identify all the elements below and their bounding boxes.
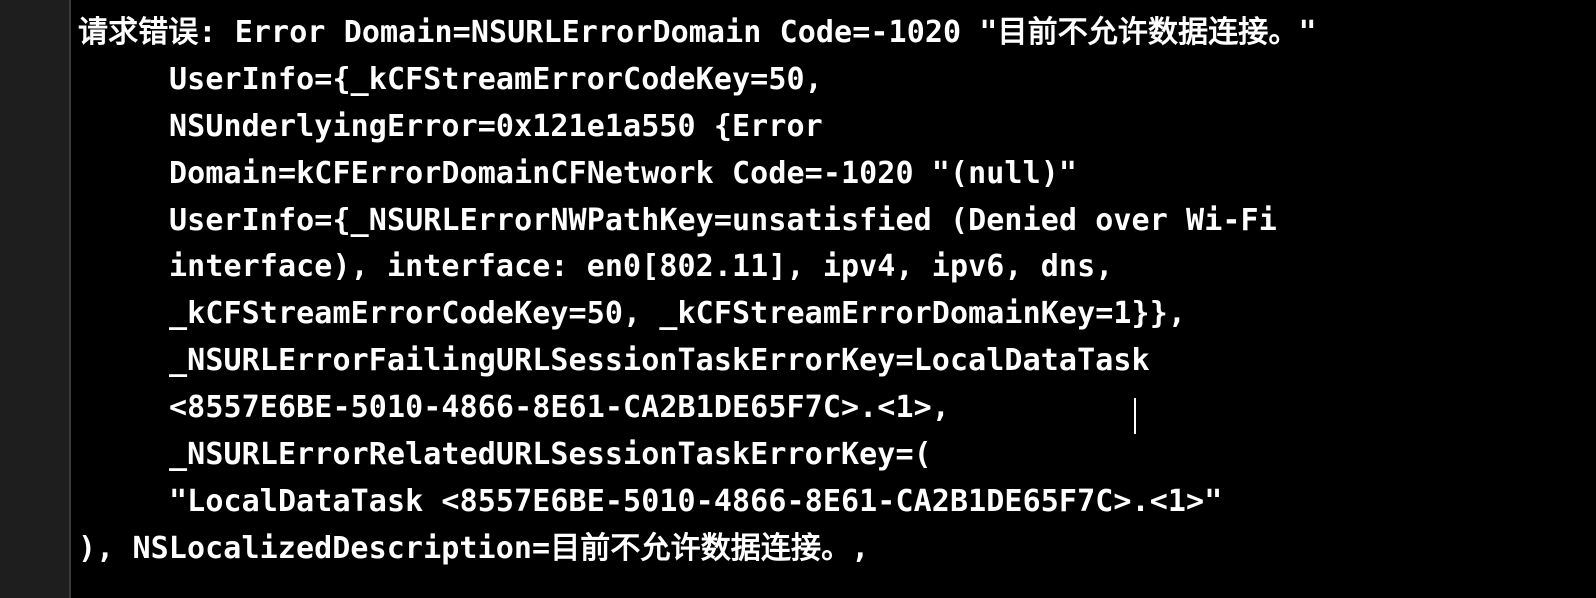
log-line-2: UserInfo={_kCFStreamErrorCodeKey=50, (169, 61, 823, 97)
log-line-8: _NSURLErrorFailingURLSessionTaskErrorKey… (169, 343, 1150, 379)
log-line-7: _kCFStreamErrorCodeKey=50, _kCFStreamErr… (169, 296, 1187, 332)
log-line-4: Domain=kCFErrorDomainCFNetwork Code=-102… (169, 155, 1078, 191)
log-text-block[interactable]: 请求错误: Error Domain=NSURLErrorDomain Code… (78, 10, 1317, 573)
console-output[interactable]: 请求错误: Error Domain=NSURLErrorDomain Code… (71, 0, 1596, 598)
log-line-12: ), NSLocalizedDescription=目前不允许数据连接。, (78, 530, 870, 566)
log-line-9: <8557E6BE-5010-4866-8E61-CA2B1DE65F7C>.<… (169, 390, 950, 426)
line-gutter (0, 0, 69, 598)
log-line-1: 请求错误: Error Domain=NSURLErrorDomain Code… (78, 15, 1317, 50)
log-line-6: interface), interface: en0[802.11], ipv4… (169, 249, 1114, 285)
log-line-5: UserInfo={_NSURLErrorNWPathKey=unsatisfi… (169, 202, 1277, 238)
log-line-11: "LocalDataTask <8557E6BE-5010-4866-8E61-… (169, 483, 1223, 519)
log-line-3: NSUnderlyingError=0x121e1a550 {Error (169, 108, 823, 144)
log-line-10: _NSURLErrorRelatedURLSessionTaskErrorKey… (169, 437, 932, 473)
text-cursor (1134, 398, 1136, 434)
